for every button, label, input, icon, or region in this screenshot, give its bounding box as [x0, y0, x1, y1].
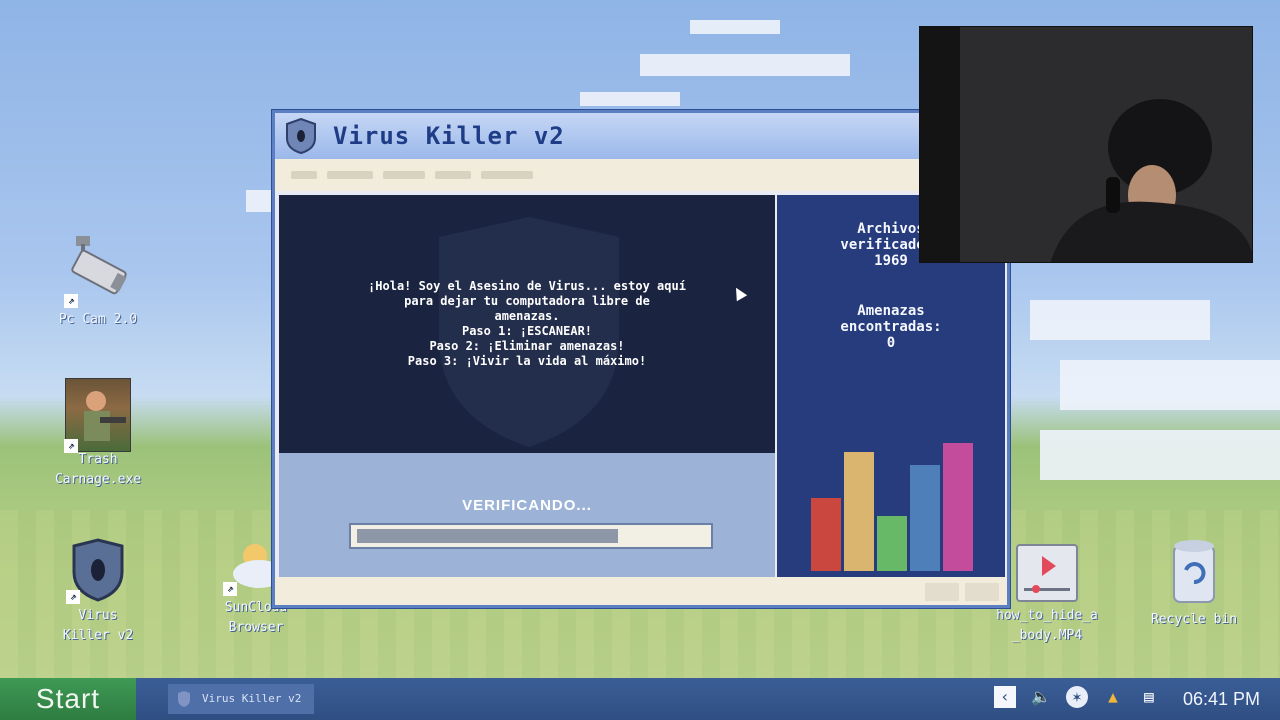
chart-bar	[943, 443, 973, 571]
desktop-icon-label: Virus Killer v2	[62, 608, 134, 643]
window-title: Virus Killer v2	[333, 122, 565, 150]
network-globe-icon[interactable]: ✶	[1066, 686, 1088, 708]
desktop-icon-label: Trash Carnage.exe	[54, 452, 142, 487]
menu-item[interactable]	[435, 171, 471, 179]
desktop-icon-label: Recycle bin	[1150, 612, 1238, 627]
menu-item[interactable]	[327, 171, 373, 179]
cloud	[580, 92, 680, 106]
desktop-icon-trash-carnage[interactable]: ↗ Trash Carnage.exe	[50, 378, 146, 490]
chevron-left-icon[interactable]: ‹	[994, 686, 1016, 708]
webcam-overlay	[919, 26, 1253, 263]
intro-line: amenazas.	[494, 309, 560, 323]
game-cover-icon: ↗	[64, 378, 131, 453]
taskbar-clock: 06:41 PM	[1182, 689, 1260, 709]
security-camera-icon: ↗	[64, 236, 130, 308]
shield-icon: ↗	[66, 538, 128, 604]
threats-found-stat: Amenazas encontradas: 0	[777, 303, 1005, 351]
taskbar: Start Virus Killer v2 ‹ 🔈 ✶ ▲ ▤ 06:41 PM	[0, 678, 1280, 720]
taskbar-item-virus-killer[interactable]: Virus Killer v2	[168, 684, 314, 714]
cloud	[1040, 430, 1280, 480]
virus-killer-window[interactable]: Virus Killer v2 ¡Hola! Soy el Asesino de…	[272, 110, 1010, 608]
desktop-icon-label: how_to_hide_a _body.MP4	[996, 608, 1098, 643]
speaker-icon[interactable]: 🔈	[1030, 686, 1052, 708]
scan-status-area: VERIFICANDO...	[279, 453, 775, 579]
menu-item[interactable]	[481, 171, 533, 179]
threats-found-label: Amenazas	[857, 303, 925, 319]
cloud	[1030, 300, 1210, 340]
intro-line: Paso 1: ¡ESCANEAR!	[461, 324, 593, 338]
chart-bar	[910, 465, 940, 571]
intro-text: ¡Hola! Soy el Asesino de Virus... estoy …	[279, 279, 775, 369]
intro-line: ¡Hola! Soy el Asesino de Virus... estoy …	[368, 279, 686, 293]
chart-bar	[844, 452, 874, 571]
shortcut-arrow-icon: ↗	[64, 439, 78, 453]
shield-icon	[178, 691, 190, 707]
folder-icon[interactable]: ▤	[1138, 686, 1160, 708]
statusbar-cell	[965, 583, 999, 601]
scan-progress-bar	[349, 523, 713, 549]
cloud	[1060, 360, 1280, 410]
recycle-bin-icon	[1168, 536, 1220, 606]
scan-status-label: VERIFICANDO...	[462, 497, 592, 514]
intro-line: Paso 3: ¡Vivir la vida al máximo!	[407, 354, 647, 368]
warning-icon[interactable]: ▲	[1102, 686, 1124, 708]
shield-icon	[286, 118, 316, 154]
shortcut-arrow-icon: ↗	[223, 582, 237, 596]
cloud	[690, 20, 780, 34]
system-tray: ‹ 🔈 ✶ ▲ ▤	[994, 686, 1160, 708]
desktop-icon-recycle-bin[interactable]: Recycle bin	[1144, 536, 1244, 630]
scan-progress-fill	[357, 529, 618, 543]
shortcut-arrow-icon: ↗	[66, 590, 80, 604]
cloud	[640, 54, 850, 76]
activity-bar-chart	[801, 435, 987, 571]
desktop-icon-virus-killer[interactable]: ↗ Virus Killer v2	[50, 538, 146, 646]
start-button[interactable]: Start	[0, 678, 136, 720]
menu-item[interactable]	[383, 171, 425, 179]
window-statusbar	[275, 577, 1007, 605]
menu-bar[interactable]	[275, 159, 1007, 191]
menu-item[interactable]	[291, 171, 317, 179]
threats-found-label: encontradas:	[840, 319, 942, 335]
window-titlebar[interactable]: Virus Killer v2	[275, 113, 1007, 159]
intro-panel: ¡Hola! Soy el Asesino de Virus... estoy …	[279, 195, 775, 453]
intro-line: para dejar tu computadora libre de	[404, 294, 650, 308]
cloud	[246, 190, 272, 212]
threats-found-count: 0	[886, 335, 896, 351]
chart-bar	[811, 498, 841, 571]
statusbar-cell	[925, 583, 959, 601]
shortcut-arrow-icon: ↗	[64, 294, 78, 308]
chart-bar	[877, 516, 907, 571]
taskbar-item-label: Virus Killer v2	[202, 692, 302, 705]
desktop-icon-label: Pc Cam 2.0	[58, 312, 138, 327]
intro-line: Paso 2: ¡Eliminar amenazas!	[429, 339, 625, 353]
video-file-icon	[1016, 544, 1078, 602]
webcam-person-image	[920, 27, 1252, 262]
desktop-icon-pc-cam[interactable]: ↗ Pc Cam 2.0	[50, 236, 146, 330]
